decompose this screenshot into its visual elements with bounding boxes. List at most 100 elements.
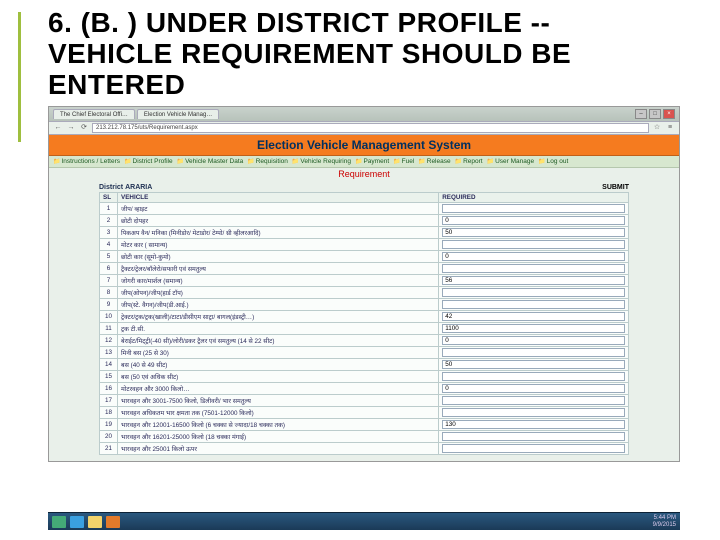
start-button[interactable]	[52, 516, 66, 528]
menu-item[interactable]: Requisition	[247, 158, 288, 165]
cell-vehicle: छोटी कार (सूमो-कुमो)	[118, 251, 439, 263]
cell-required	[439, 203, 629, 215]
cell-sl: 1	[100, 203, 118, 215]
cell-sl: 17	[100, 395, 118, 407]
required-input[interactable]	[442, 288, 625, 297]
required-input[interactable]	[442, 204, 625, 213]
cell-required	[439, 407, 629, 419]
taskbar-explorer-icon[interactable]	[88, 516, 102, 528]
requirement-form: District ARARIA SUBMIT SL VEHICLE REQUIR…	[49, 180, 679, 461]
table-row: 3पिकअप वैन/ मनिका (मिनीडोर/ मेटाडोर/ टेम…	[100, 227, 629, 239]
app-banner: Election Vehicle Management System	[49, 135, 679, 156]
cell-sl: 19	[100, 419, 118, 431]
cell-required	[439, 299, 629, 311]
slide-heading: 6. (B. ) UNDER DISTRICT PROFILE -- VEHIC…	[48, 8, 680, 100]
cell-required	[439, 431, 629, 443]
required-input[interactable]	[442, 360, 625, 369]
cell-sl: 20	[100, 431, 118, 443]
required-input[interactable]	[442, 396, 625, 405]
cell-required	[439, 419, 629, 431]
forward-icon[interactable]: →	[66, 123, 76, 133]
cell-sl: 18	[100, 407, 118, 419]
cell-sl: 16	[100, 383, 118, 395]
cell-sl: 9	[100, 299, 118, 311]
menu-item[interactable]: Report	[455, 158, 483, 165]
bookmark-icon[interactable]: ☆	[652, 123, 662, 133]
url-field[interactable]: 213.212.78.175/uts/Requirement.aspx	[92, 123, 649, 133]
cell-vehicle: भारवहन अधिकतम भार क्षमता तक (7501-12000 …	[118, 407, 439, 419]
required-input[interactable]	[442, 312, 625, 321]
cell-sl: 4	[100, 239, 118, 251]
menu-item[interactable]: Log out	[538, 158, 568, 165]
cell-required	[439, 239, 629, 251]
required-input[interactable]	[442, 348, 625, 357]
window-max-button[interactable]: □	[649, 109, 661, 119]
table-row: 19भारवहन और 12001-16500 किलो (6 चक्का से…	[100, 419, 629, 431]
menu-item[interactable]: User Manage	[487, 158, 535, 165]
taskbar-firefox-icon[interactable]	[106, 516, 120, 528]
table-row: 9जीप(स्टे. वैगन)/जीप(डी.आई.)	[100, 299, 629, 311]
district-label: District	[99, 184, 123, 191]
reload-icon[interactable]: ⟳	[79, 123, 89, 133]
menu-item[interactable]: Instructions / Letters	[53, 158, 120, 165]
cell-required	[439, 335, 629, 347]
required-input[interactable]	[442, 444, 625, 453]
menu-item[interactable]: Vehicle Master Data	[177, 158, 244, 165]
cell-sl: 21	[100, 443, 118, 455]
browser-addressbar: ← → ⟳ 213.212.78.175/uts/Requirement.asp…	[49, 121, 679, 135]
required-input[interactable]	[442, 420, 625, 429]
browser-tab-1[interactable]: The Chief Electoral Offi…	[53, 109, 135, 119]
col-required: REQUIRED	[439, 193, 629, 203]
required-input[interactable]	[442, 372, 625, 381]
required-input[interactable]	[442, 240, 625, 249]
required-input[interactable]	[442, 300, 625, 309]
cell-vehicle: भारवहन और 16201-25000 किलो (18 चक्का मंग…	[118, 431, 439, 443]
window-close-button[interactable]: ×	[663, 109, 675, 119]
table-row: 16मोटरवहन और 3000 किलो…	[100, 383, 629, 395]
cell-sl: 3	[100, 227, 118, 239]
browser-window: The Chief Electoral Offi… Election Vehic…	[48, 106, 680, 462]
cell-required	[439, 443, 629, 455]
required-input[interactable]	[442, 408, 625, 417]
required-input[interactable]	[442, 276, 625, 285]
menu-item[interactable]: District Profile	[124, 158, 173, 165]
cell-vehicle: ट्रक टी.सी.	[118, 323, 439, 335]
required-input[interactable]	[442, 264, 625, 273]
cell-vehicle: भारवहन और 12001-16500 किलो (6 चक्का से ज…	[118, 419, 439, 431]
table-row: 13मिनी बस (25 से 30)	[100, 347, 629, 359]
system-tray[interactable]: 5:44 PM 9/9/2015	[653, 515, 676, 529]
cell-required	[439, 263, 629, 275]
cell-vehicle: भारवहन और 3001-7500 किलो, डिलीवरी/ भार स…	[118, 395, 439, 407]
cell-vehicle: जोगरी कार/मार्शल (समान्य)	[118, 275, 439, 287]
taskbar-ie-icon[interactable]	[70, 516, 84, 528]
browser-tab-2[interactable]: Election Vehicle Manag…	[137, 109, 219, 119]
window-min-button[interactable]: –	[635, 109, 647, 119]
cell-required	[439, 275, 629, 287]
menu-item[interactable]: Vehicle Requiring	[292, 158, 351, 165]
required-input[interactable]	[442, 252, 625, 261]
required-input[interactable]	[442, 336, 625, 345]
page-subtitle: Requirement	[49, 168, 679, 180]
cell-vehicle: मोटर कार ( सामान्य)	[118, 239, 439, 251]
required-input[interactable]	[442, 432, 625, 441]
cell-required	[439, 251, 629, 263]
cell-vehicle: ट्रैक्टर/ट्रेलर/बॉलेरो/सफारी एवं समतुल्य	[118, 263, 439, 275]
menu-icon[interactable]: ≡	[665, 123, 675, 133]
cell-vehicle: बस (40 से 49 सीट)	[118, 359, 439, 371]
taskbar: 5:44 PM 9/9/2015	[48, 512, 680, 530]
required-input[interactable]	[442, 228, 625, 237]
menu-item[interactable]: Fuel	[393, 158, 414, 165]
table-row: 12बेराईट/मिट्ट्री(-40 सी)/लोरी/डकर ट्रैल…	[100, 335, 629, 347]
back-icon[interactable]: ←	[53, 123, 63, 133]
browser-tabbar: The Chief Electoral Offi… Election Vehic…	[49, 107, 679, 121]
menu-item[interactable]: Release	[418, 158, 450, 165]
required-input[interactable]	[442, 384, 625, 393]
menu-item[interactable]: Payment	[355, 158, 389, 165]
required-input[interactable]	[442, 216, 625, 225]
submit-button[interactable]: SUBMIT	[602, 184, 629, 191]
required-input[interactable]	[442, 324, 625, 333]
page-body: Election Vehicle Management System Instr…	[49, 135, 679, 461]
slide-accent	[18, 12, 21, 142]
app-menubar: Instructions / Letters District Profile Ve…	[49, 156, 679, 168]
cell-required	[439, 323, 629, 335]
